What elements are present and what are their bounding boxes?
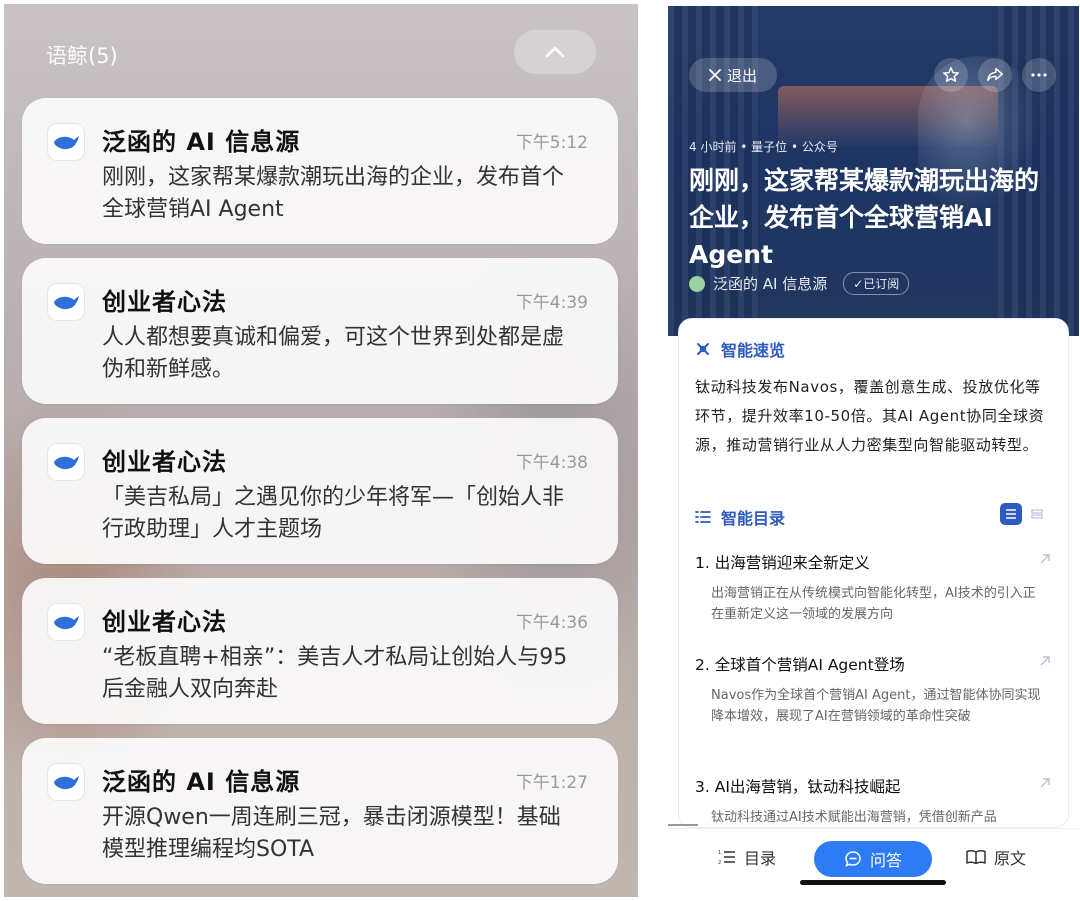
notification-card[interactable]: 创业者心法 下午4:39 人人都想要真诚和偏爱，可这个世界到处都是虚伪和新鲜感。 — [22, 258, 618, 404]
notification-app-name: 创业者心法 — [102, 288, 227, 316]
source-row: 泛函的 AI 信息源 ✓已订阅 — [689, 272, 910, 295]
toc-item-desc: Navos作为全球首个营销AI Agent，通过智能体协同实现降本增效，展现了A… — [711, 688, 1041, 724]
sparkle-icon — [697, 343, 709, 355]
svg-text:2: 2 — [718, 860, 721, 865]
article-meta: 4 小时前 • 量子位 • 公众号 — [689, 140, 838, 154]
more-icon — [1031, 73, 1047, 77]
toc-heading: 智能目录 — [695, 505, 785, 529]
source-avatar — [689, 275, 705, 292]
notification-time: 下午1:27 — [515, 773, 588, 793]
list-icon — [695, 511, 711, 523]
notification-card[interactable]: 泛函的 AI 信息源 下午1:27 开源Qwen一周连刷三冠，暴击闭源模型！基础… — [22, 738, 618, 884]
notification-card[interactable]: 泛函的 AI 信息源 下午5:12 刚刚，这家帮某爆款潮玩出海的企业，发布首个全… — [22, 98, 618, 244]
notification-app-name: 创业者心法 — [102, 608, 227, 636]
toc-item[interactable]: 2. 全球首个营销AI Agent登场 Navos作为全球首个营销AI Agen… — [695, 653, 1055, 727]
summary-text: 钛动科技发布Navos，覆盖创意生成、投放优化等环节，提升效率10-50倍。其A… — [695, 378, 1045, 454]
notification-app-name: 泛函的 AI 信息源 — [102, 128, 301, 156]
notification-card[interactable]: 创业者心法 下午4:38 「美吉私局」之遇见你的少年将军—「创始人非行政助理」人… — [22, 418, 618, 564]
toc-item-title: 1. 出海营销迎来全新定义 — [695, 554, 870, 572]
toc-tab[interactable]: 1 2 目录 — [718, 845, 776, 869]
arrow-up-right-icon — [1040, 656, 1050, 666]
toc-heading-label: 智能目录 — [721, 509, 786, 528]
svg-text:1: 1 — [718, 850, 721, 856]
toc-tab-label: 目录 — [744, 849, 777, 868]
numbered-list-icon: 1 2 — [718, 850, 735, 865]
list-icon — [1006, 509, 1016, 519]
notification-time: 下午5:12 — [515, 133, 588, 153]
notification-body: 开源Qwen一周连刷三冠，暴击闭源模型！基础模型推理编程均SOTA — [102, 805, 561, 862]
whale-app-icon — [48, 604, 84, 640]
article-headline: 刚刚，这家帮某爆款潮玩出海的企业，发布首个全球营销AI Agent — [689, 166, 1040, 269]
notification-body: 「美吉私局」之遇见你的少年将军—「创始人非行政助理」人才主题场 — [102, 485, 565, 542]
notification-center: 语鲸(5) 泛函的 AI 信息源 下午5:12 刚刚，这家帮某爆款潮玩出海的企业… — [4, 4, 638, 897]
notification-card[interactable]: 创业者心法 下午4:36 “老板直聘+相亲”：美吉人才私局让创始人与95后金融人… — [22, 578, 618, 724]
favorite-button[interactable] — [934, 58, 968, 92]
summary-heading-label: 智能速览 — [721, 341, 786, 360]
arrow-up-right-icon — [1040, 778, 1050, 788]
article-content: 智能速览 钛动科技发布Navos，覆盖创意生成、投放优化等环节，提升效率10-5… — [678, 318, 1069, 828]
chevron-up-icon — [545, 46, 565, 58]
notification-app-name: 泛函的 AI 信息源 — [102, 768, 301, 796]
notification-time: 下午4:36 — [515, 613, 588, 633]
book-icon — [966, 850, 986, 865]
toc-item-desc: 钛动科技通过AI技术赋能出海营销，凭借创新产品 — [711, 810, 997, 825]
list-view-button[interactable] — [1000, 503, 1022, 525]
notification-app-name: 创业者心法 — [102, 448, 227, 476]
chat-icon — [845, 851, 861, 867]
toc-view-toggle — [1000, 503, 1048, 525]
close-icon — [709, 69, 721, 81]
qa-label: 问答 — [869, 851, 902, 870]
share-button[interactable] — [978, 58, 1012, 92]
summary-heading: 智能速览 — [695, 337, 785, 361]
toc-item[interactable]: 1. 出海营销迎来全新定义 出海营销正在从传统模式向智能化转型，AI技术的引入正… — [695, 551, 1055, 625]
share-icon — [987, 67, 1003, 82]
original-tab-label: 原文 — [994, 849, 1027, 868]
notification-body: “老板直聘+相亲”：美吉人才私局让创始人与95后金融人双向奔赴 — [102, 645, 568, 702]
exit-label: 退出 — [726, 66, 757, 85]
qa-button[interactable]: 问答 — [814, 841, 932, 877]
whale-app-icon — [48, 764, 84, 800]
whale-app-icon — [48, 124, 84, 160]
notification-body: 刚刚，这家帮某爆款潮玩出海的企业，发布首个全球营销AI Agent — [102, 165, 565, 222]
whale-app-icon — [48, 284, 84, 320]
home-indicator — [800, 880, 946, 885]
notification-body: 人人都想要真诚和偏爱，可这个世界到处都是虚伪和新鲜感。 — [102, 325, 565, 382]
toc-item[interactable]: 3. AI出海营销，钛动科技崛起 钛动科技通过AI技术赋能出海营销，凭借创新产品 — [695, 775, 1055, 827]
whale-app-icon — [48, 444, 84, 480]
toc-item-title: 3. AI出海营销，钛动科技崛起 — [695, 778, 901, 796]
exit-button[interactable]: 退出 — [689, 58, 777, 92]
card-view-button[interactable] — [1026, 503, 1048, 525]
bottom-toolbar: 1 2 目录 问答 原文 — [668, 828, 1079, 897]
article-view: 退出 4 小时前 • 量子位 • 公众号 刚刚，这家帮某爆款潮玩出海的企业，发布… — [668, 6, 1079, 897]
star-icon — [943, 67, 959, 83]
more-button[interactable] — [1022, 58, 1056, 92]
collapse-group-button[interactable] — [514, 30, 596, 74]
notification-time: 下午4:38 — [515, 453, 588, 473]
scroll-indicator — [668, 824, 698, 826]
arrow-up-right-icon — [1040, 554, 1050, 564]
toc-item-title: 2. 全球首个营销AI Agent登场 — [695, 656, 905, 674]
article-hero: 退出 4 小时前 • 量子位 • 公众号 刚刚，这家帮某爆款潮玩出海的企业，发布… — [668, 6, 1079, 336]
cards-icon — [1031, 509, 1043, 519]
notification-group-title: 语鲸(5) — [46, 44, 118, 68]
toc-item-desc: 出海营销正在从传统模式向智能化转型，AI技术的引入正在重新定义这一领域的发展方向 — [711, 586, 1036, 622]
original-tab[interactable]: 原文 — [966, 845, 1026, 869]
subscribed-badge[interactable]: ✓已订阅 — [843, 272, 910, 295]
source-name[interactable]: 泛函的 AI 信息源 — [713, 273, 827, 294]
notification-time: 下午4:39 — [515, 293, 588, 313]
